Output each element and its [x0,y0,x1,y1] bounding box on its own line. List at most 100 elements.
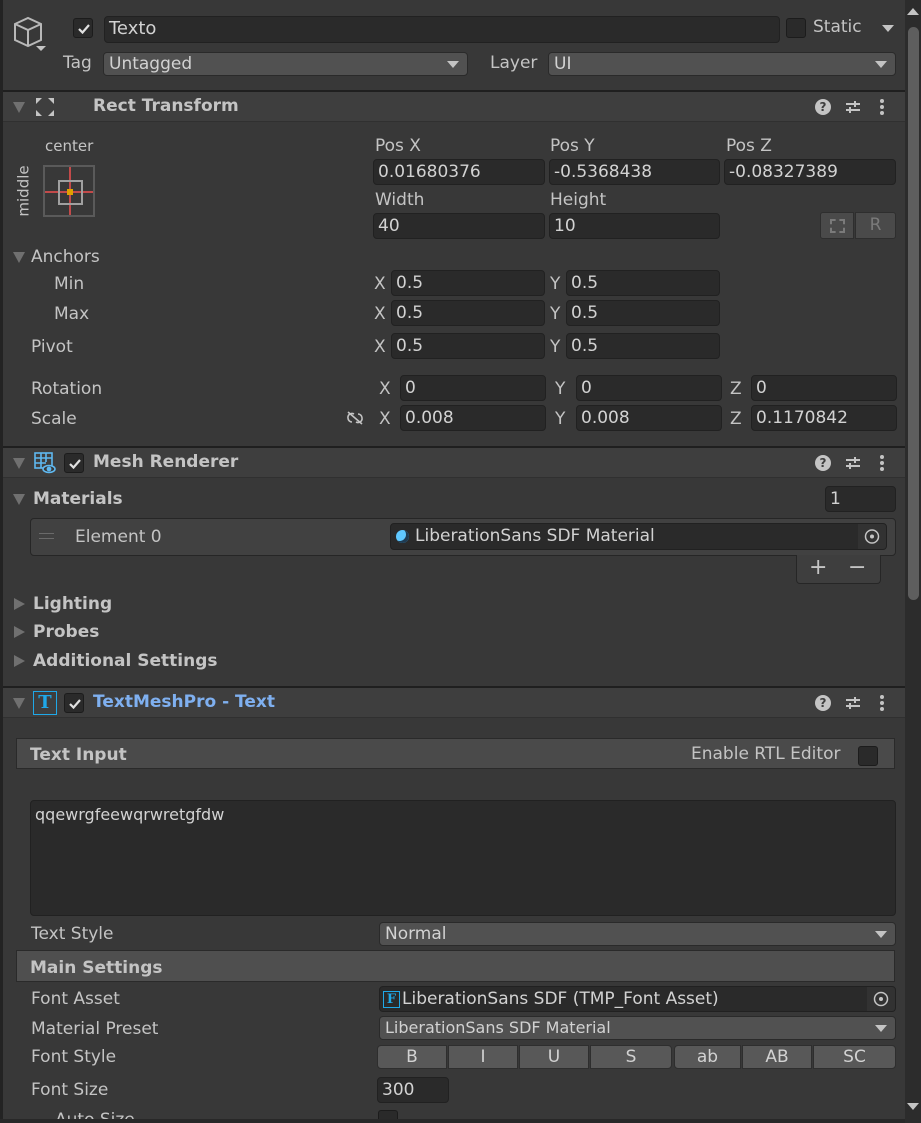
presets-icon[interactable] [845,99,861,120]
font-style-bold-button[interactable]: B [377,1045,447,1069]
text-style-dropdown[interactable]: Normal [379,922,896,946]
collapse-arrow-icon[interactable] [13,102,25,113]
text-input-area[interactable]: qqewrgfeewqrwretgfdw [30,800,896,916]
blueprint-mode-button[interactable] [820,212,854,239]
min-label: Min [54,274,85,294]
static-label: Static [813,17,862,37]
pos-y-label: Pos Y [550,136,595,156]
mesh-renderer-enabled-checkbox[interactable] [64,453,84,473]
font-style-strikethrough-button[interactable]: S [590,1045,672,1069]
additional-settings-expand-icon[interactable] [14,655,25,667]
font-asset-object-field[interactable]: F LiberationSans SDF (TMP_Font Asset) [379,986,896,1012]
font-asset-value: LiberationSans SDF (TMP_Font Asset) [402,989,719,1009]
auto-size-label: Auto Size [55,1110,135,1119]
more-options-icon[interactable] [879,455,885,476]
remove-element-button[interactable]: − [848,555,866,580]
pos-x-input[interactable]: 0.01680376 [373,159,545,185]
object-picker-icon[interactable] [867,987,895,1011]
material-preset-label: Material Preset [31,1019,159,1039]
probes-expand-icon[interactable] [14,626,25,638]
lighting-expand-icon[interactable] [14,598,25,610]
layer-dropdown[interactable]: UI [548,52,896,76]
static-dropdown-arrow-icon[interactable] [882,25,894,32]
auto-size-checkbox[interactable] [378,1110,398,1119]
main-settings-label: Main Settings [30,958,163,978]
scale-y-input[interactable]: 0.008 [576,405,722,431]
font-style-label: Font Style [31,1047,117,1067]
layer-label: Layer [490,53,538,73]
min-y-axis-label: Y [550,274,561,294]
pivot-x-axis-label: X [374,337,386,357]
element-0-object-field[interactable]: LiberationSans SDF Material [390,523,887,550]
materials-label: Materials [33,489,123,509]
gameobject-icon[interactable] [12,16,48,56]
anchor-max-x-input[interactable]: 0.5 [391,300,545,326]
help-icon[interactable]: ? [815,695,831,711]
scale-x-axis-label: X [379,409,391,429]
chevron-down-icon [875,61,887,68]
collapse-arrow-icon[interactable] [13,698,25,709]
presets-icon[interactable] [845,455,861,476]
vertical-scrollbar[interactable] [905,0,921,1123]
rotation-x-input[interactable]: 0 [400,375,546,401]
scale-label: Scale [31,409,77,429]
add-element-button[interactable]: + [809,555,827,580]
font-size-label: Font Size [31,1080,109,1100]
anchor-preset-v-label: middle [14,165,33,217]
help-icon[interactable]: ? [815,99,831,115]
width-input[interactable]: 40 [373,213,545,239]
collapse-arrow-icon[interactable] [13,458,25,469]
anchor-min-y-input[interactable]: 0.5 [566,270,720,296]
font-asset-icon: F [383,991,400,1008]
anchor-max-y-input[interactable]: 0.5 [566,300,720,326]
font-style-uppercase-button[interactable]: AB [742,1045,812,1069]
rotation-y-input[interactable]: 0 [576,375,722,401]
presets-icon[interactable] [845,695,861,716]
scroll-up-arrow-icon[interactable] [907,8,919,15]
materials-collapse-icon[interactable] [13,494,25,505]
tmp-enabled-checkbox[interactable] [64,693,84,713]
pos-y-input[interactable]: -0.5368438 [549,159,720,185]
more-options-icon[interactable] [879,99,885,120]
help-icon[interactable]: ? [815,455,831,471]
material-preset-dropdown[interactable]: LiberationSans SDF Material [379,1016,896,1040]
width-label: Width [375,190,425,210]
font-size-input[interactable]: 300 [377,1077,449,1103]
object-name-input[interactable]: Texto [104,16,780,43]
drag-handle-icon[interactable] [39,533,54,539]
pivot-y-input[interactable]: 0.5 [566,333,720,359]
font-asset-label: Font Asset [31,989,120,1009]
tmp-title: TextMeshPro - Text [93,692,276,712]
more-options-icon[interactable] [879,695,885,716]
anchors-collapse-icon[interactable] [13,252,25,263]
pivot-x-input[interactable]: 0.5 [391,333,545,359]
lighting-foldout[interactable]: Lighting [33,594,112,614]
raw-edit-button[interactable]: R [855,212,896,239]
scale-z-input[interactable]: 0.1170842 [751,405,897,431]
rtl-editor-checkbox[interactable] [858,746,878,766]
scroll-down-arrow-icon[interactable] [907,1103,919,1110]
font-style-underline-button[interactable]: U [519,1045,589,1069]
text-input-value: qqewrgfeewqrwretgfdw [35,805,225,824]
font-style-smallcaps-button[interactable]: SC [813,1045,896,1069]
anchor-min-x-input[interactable]: 0.5 [391,270,545,296]
materials-count-input[interactable]: 1 [825,486,896,512]
rotation-z-input[interactable]: 0 [751,375,897,401]
font-style-lowercase-button[interactable]: ab [674,1045,741,1069]
additional-settings-foldout[interactable]: Additional Settings [33,651,218,671]
font-style-italic-button[interactable]: I [448,1045,518,1069]
anchor-preset-button[interactable] [43,165,95,217]
height-input[interactable]: 10 [549,213,720,239]
unlinked-scale-icon[interactable] [345,410,365,431]
pos-z-label: Pos Z [726,136,772,156]
layer-value: UI [554,54,572,74]
static-checkbox[interactable] [786,18,806,38]
active-checkbox[interactable] [73,18,93,38]
tag-dropdown[interactable]: Untagged [103,52,468,76]
pos-z-input[interactable]: -0.08327389 [724,159,896,185]
auto-size-row: Auto Size [0,1108,905,1119]
object-picker-icon[interactable] [858,524,886,549]
scrollbar-thumb[interactable] [908,27,919,600]
probes-foldout[interactable]: Probes [33,622,99,642]
scale-x-input[interactable]: 0.008 [400,405,546,431]
